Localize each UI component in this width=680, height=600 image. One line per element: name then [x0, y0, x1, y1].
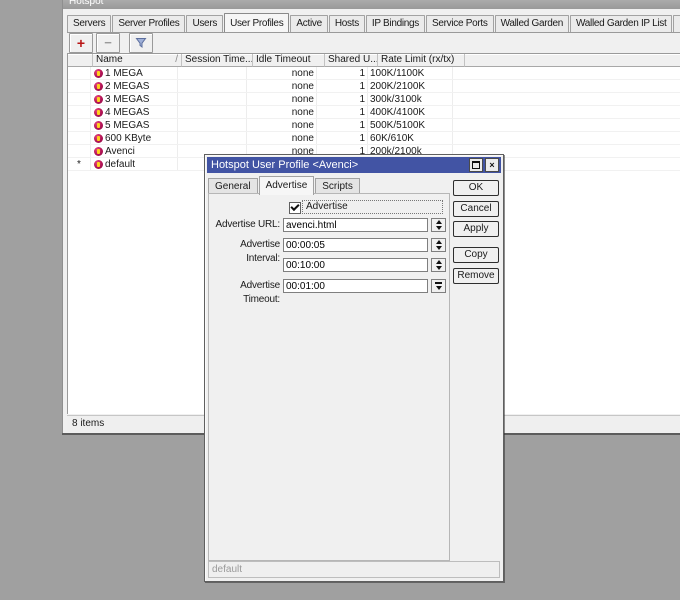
advertise-interval-second-input[interactable] — [283, 258, 428, 272]
tab-scripts[interactable]: Scripts — [315, 178, 360, 194]
window-titlebar[interactable]: Hotspot — [63, 0, 680, 9]
advertise-checkbox[interactable] — [289, 202, 301, 214]
advertise-interval-label: Advertise Interval: — [240, 239, 280, 264]
tab-users[interactable]: Users — [186, 15, 224, 32]
tab-hosts[interactable]: Hosts — [328, 15, 365, 32]
table-header: Name / Session Time... Idle Timeout Shar… — [68, 54, 680, 67]
advertise-interval-spinner[interactable] — [431, 238, 446, 252]
profile-icon — [94, 81, 103, 91]
advertise-url-spinner[interactable] — [431, 218, 446, 232]
sort-indicator-icon: / — [175, 54, 178, 65]
remove-icon: − — [104, 35, 112, 50]
advertise-timeout-collapse-button[interactable] — [431, 279, 446, 293]
tab-general[interactable]: General — [208, 178, 258, 194]
tab-user-profiles[interactable]: User Profiles — [224, 13, 290, 32]
col-name[interactable]: Name / — [93, 54, 182, 67]
apply-button[interactable]: Apply — [453, 221, 499, 237]
advertise-timeout-input[interactable] — [283, 279, 428, 293]
close-button[interactable]: × — [485, 158, 499, 172]
col-idle-timeout[interactable]: Idle Timeout — [253, 54, 325, 67]
table-row[interactable]: 2 MEGAS none 1 200K/2100K — [68, 80, 680, 93]
col-rate-limit[interactable]: Rate Limit (rx/tx) — [378, 54, 465, 67]
tab-service-ports[interactable]: Service Ports — [426, 15, 494, 32]
col-filler — [465, 54, 680, 67]
spin-down-icon — [435, 226, 442, 230]
profile-icon — [94, 68, 103, 78]
col-marker[interactable] — [68, 54, 93, 67]
advertise-checkbox-label[interactable]: Advertise — [302, 200, 443, 214]
maximize-button[interactable] — [469, 158, 483, 172]
tab-active[interactable]: Active — [290, 15, 328, 32]
tab-ip-bindings[interactable]: IP Bindings — [365, 15, 426, 32]
profile-icon — [94, 120, 103, 130]
col-session-timeout[interactable]: Session Time... — [182, 54, 253, 67]
window-title: Hotspot — [69, 0, 104, 7]
advertise-interval-input[interactable] — [283, 238, 428, 252]
maximize-icon — [472, 161, 480, 169]
add-icon: + — [76, 34, 86, 51]
spin-up-icon — [435, 260, 442, 264]
advertise-tab-panel: Advertise Advertise URL: Advertise Inter… — [208, 193, 450, 561]
table-row[interactable]: 600 KByte none 1 60K/610K — [68, 132, 680, 145]
dialog-title: Hotspot User Profile <Avenci> — [211, 159, 359, 171]
tab-walled-garden[interactable]: Walled Garden — [494, 15, 570, 32]
spin-up-icon — [435, 240, 442, 244]
tab-servers[interactable]: Servers — [67, 15, 112, 32]
col-shared-users[interactable]: Shared U... — [325, 54, 378, 67]
tab-walled-garden-ip-list[interactable]: Walled Garden IP List — [570, 15, 673, 32]
remove-button[interactable]: Remove — [453, 268, 499, 284]
profile-icon — [94, 107, 103, 117]
cancel-button[interactable]: Cancel — [453, 201, 499, 217]
advertise-timeout-label: Advertise Timeout: — [240, 280, 280, 305]
dialog-status-bar: default — [208, 561, 500, 578]
advertise-url-input[interactable] — [283, 218, 428, 232]
table-row[interactable]: 3 MEGAS none 1 300k/3100k — [68, 93, 680, 106]
add-button[interactable]: + — [69, 33, 93, 53]
spin-down-icon — [435, 246, 442, 250]
profile-icon — [94, 159, 103, 169]
advertise-url-label: Advertise URL: — [215, 219, 281, 230]
ok-button[interactable]: OK — [453, 180, 499, 196]
dialog-titlebar[interactable]: Hotspot User Profile <Avenci> × — [207, 157, 501, 173]
table-row[interactable]: 5 MEGAS none 1 500K/5100K — [68, 119, 680, 132]
dialog-tabbar: General Advertise Scripts — [208, 176, 361, 195]
spin-down-icon — [435, 266, 442, 270]
funnel-icon — [135, 38, 147, 49]
hotspot-user-profile-dialog: Hotspot User Profile <Avenci> × General … — [204, 154, 504, 582]
profile-icon — [94, 146, 103, 156]
advertise-interval-second-spinner[interactable] — [431, 258, 446, 272]
collapse-bar-icon — [435, 282, 442, 284]
collapse-arrow-icon — [435, 286, 442, 290]
table-row[interactable]: 1 MEGA none 1 100K/1100K — [68, 67, 680, 80]
table-row[interactable]: 4 MEGAS none 1 400K/4100K — [68, 106, 680, 119]
copy-button[interactable]: Copy — [453, 247, 499, 263]
spin-up-icon — [435, 220, 442, 224]
remove-button[interactable]: − — [96, 33, 120, 53]
close-icon: × — [489, 160, 495, 170]
toolbar: + − — [69, 33, 156, 53]
tab-cookies[interactable]: Cookies — [673, 15, 680, 32]
tab-advertise[interactable]: Advertise — [258, 176, 315, 195]
profile-icon — [94, 133, 103, 143]
tab-server-profiles[interactable]: Server Profiles — [112, 15, 186, 32]
profile-icon — [94, 94, 103, 104]
filter-button[interactable] — [129, 33, 153, 53]
hotspot-tabbar: Servers Server Profiles Users User Profi… — [67, 12, 680, 33]
